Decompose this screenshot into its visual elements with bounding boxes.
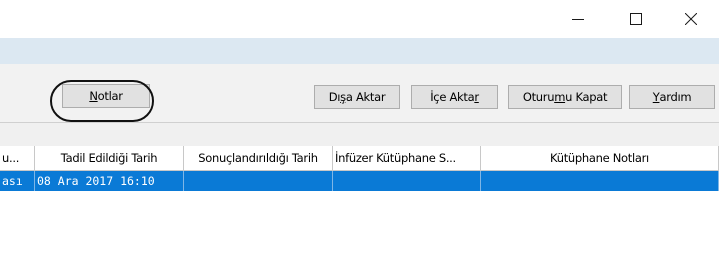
table-cell <box>481 171 719 191</box>
yardim-button[interactable]: Yardım <box>629 85 715 109</box>
column-header-tadil-edildigi-tarih[interactable]: Tadil Edildiği Tarih <box>35 146 184 171</box>
header-strip <box>0 38 719 64</box>
ice-aktar-button[interactable]: İçe Akta r <box>411 85 498 109</box>
oturumu-kapat-label-pre: Oturu <box>522 90 555 104</box>
maximize-icon <box>630 13 642 25</box>
table-cell <box>333 171 481 191</box>
minimize-button[interactable] <box>555 0 601 38</box>
yardim-mnemonic: Y <box>652 90 660 104</box>
table-row[interactable]: ası 08 Ara 2017 16:10 <box>0 171 719 191</box>
title-bar <box>0 0 719 38</box>
notlar-button-label-rest: otlar <box>97 89 123 103</box>
oturumu-kapat-button[interactable]: Oturu m u Kapat <box>508 85 622 109</box>
column-header-kutuphane-notlari[interactable]: Kütüphane Notları <box>481 146 719 171</box>
maximize-button[interactable] <box>613 0 659 38</box>
notlar-button-mnemonic: N <box>89 89 98 103</box>
table-header: u... Tadil Edildiği Tarih Sonuçlandırıld… <box>0 146 719 171</box>
table-cell-modified-date: 08 Ara 2017 16:10 <box>35 171 184 191</box>
column-header-sonuclandirildigi-tarih[interactable]: Sonuçlandırıldığı Tarih <box>184 146 333 171</box>
ice-aktar-label-pre: İçe Akta <box>430 90 475 104</box>
oturumu-kapat-mnemonic: m <box>554 90 566 104</box>
column-header-infuzer-kutuphane[interactable]: İnfüzer Kütüphane S... <box>333 146 481 171</box>
disa-aktar-label-post: a Aktar <box>345 90 386 104</box>
close-icon <box>685 13 697 25</box>
table-cell <box>184 171 333 191</box>
disa-aktar-button[interactable]: Dı ş a Aktar <box>314 85 400 109</box>
yardim-label-post: ardım <box>659 90 692 104</box>
column-header[interactable]: u... <box>0 146 35 171</box>
toolbar: Notlar Dı ş a Aktar İçe Akta r Oturu m u Kapa… <box>0 64 719 123</box>
table-cell: ası <box>0 171 35 191</box>
notlar-button[interactable]: Notlar <box>62 84 150 108</box>
ice-aktar-mnemonic: r <box>474 90 479 104</box>
disa-aktar-label-pre: Dı <box>328 90 341 104</box>
oturumu-kapat-label-post: u Kapat <box>565 90 608 104</box>
minimize-icon <box>572 19 584 20</box>
close-button[interactable] <box>668 0 714 38</box>
